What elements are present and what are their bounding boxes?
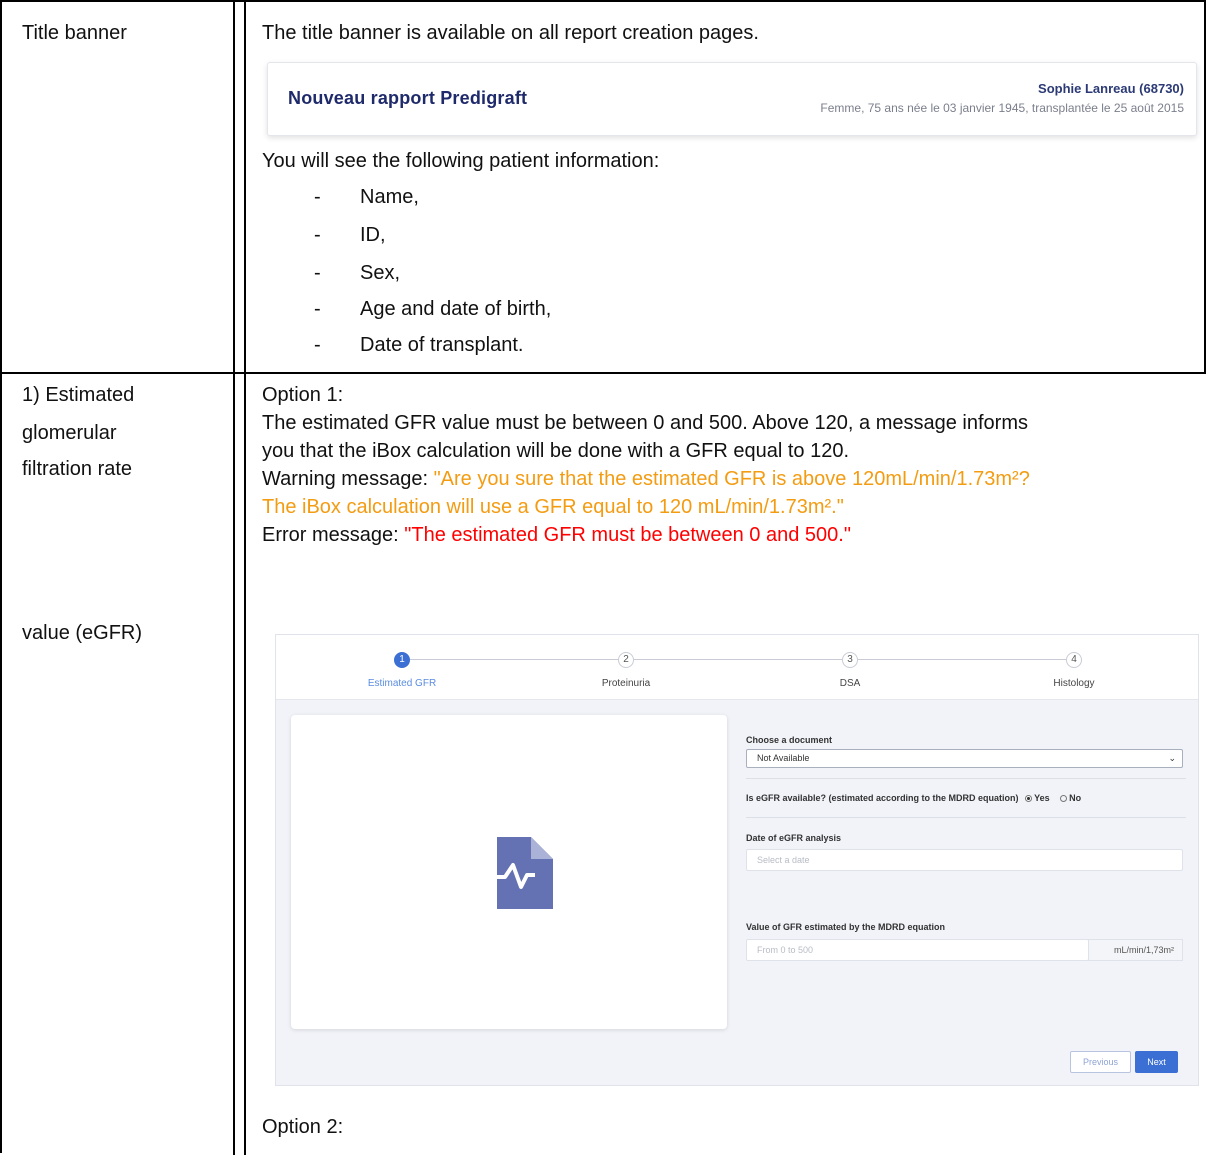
radio-yes-label: Yes: [1034, 793, 1050, 803]
step-label-estimated-gfr: Estimated GFR: [367, 678, 437, 689]
previous-button[interactable]: Previous: [1070, 1051, 1131, 1073]
choose-document-value: Not Available: [757, 753, 810, 763]
gfr-value-input[interactable]: From 0 to 500: [746, 939, 1089, 961]
option-1-description-cont: you that the iBox calculation will be do…: [262, 440, 850, 462]
warning-label: Warning message:: [262, 468, 434, 490]
list-dash: -: [314, 224, 321, 246]
option-1-description: The estimated GFR value must be between …: [262, 412, 1028, 434]
step-3[interactable]: 3: [842, 652, 858, 668]
title-banner-preview: Nouveau rapport Predigraft Sophie Lanrea…: [267, 62, 1197, 136]
patient-info: Femme, 75 ans née le 03 janvier 1945, tr…: [820, 101, 1184, 115]
row-label-egfr-line-2: glomerular: [22, 422, 117, 444]
warning-text-cont: The iBox calculation will use a GFR equa…: [262, 496, 844, 518]
patient-name: Sophie Lanreau (68730): [1038, 81, 1184, 96]
column-divider-inner: [244, 2, 246, 1155]
step-label-dsa: DSA: [839, 678, 861, 689]
patient-info-intro: You will see the following patient infor…: [262, 150, 660, 172]
choose-document-select[interactable]: Not Available ⌄: [746, 749, 1183, 768]
error-message-line: Error message: "The estimated GFR must b…: [262, 520, 851, 550]
medical-document-icon: [491, 837, 553, 909]
list-dash: -: [314, 262, 321, 284]
warning-text: "Are you sure that the estimated GFR is …: [433, 468, 1030, 490]
wizard-stepper: 1 2 3 4 Estimated GFR Proteinuria DSA Hi…: [276, 635, 1198, 700]
row-label-egfr-line-3: filtration rate: [22, 458, 133, 480]
date-of-egfr-label: Date of eGFR analysis: [746, 833, 842, 843]
step-connector: [858, 659, 1066, 660]
form-divider: [746, 778, 1186, 779]
chevron-down-icon: ⌄: [1168, 753, 1176, 763]
egfr-available-question: Is eGFR available? (estimated according …: [746, 793, 1082, 803]
step-1[interactable]: 1: [394, 652, 410, 668]
row-divider: [2, 372, 1206, 374]
warning-message-line: Warning message: "Are you sure that the …: [262, 464, 1030, 494]
row-label-title-banner: Title banner: [22, 22, 127, 44]
row-label-egfr-line-1: 1) Estimated: [22, 384, 135, 406]
radio-no[interactable]: [1060, 795, 1068, 803]
gfr-value-label: Value of GFR estimated by the MDRD equat…: [746, 922, 946, 932]
egfr-wizard-preview: 1 2 3 4 Estimated GFR Proteinuria DSA Hi…: [275, 634, 1199, 1086]
banner-title: Nouveau rapport Predigraft: [288, 88, 528, 108]
form-divider: [746, 817, 1186, 818]
error-text: "The estimated GFR must be between 0 and…: [404, 524, 851, 546]
step-label-proteinuria: Proteinuria: [601, 678, 651, 689]
step-4[interactable]: 4: [1066, 652, 1082, 668]
document-preview-card: [291, 715, 727, 1029]
next-button[interactable]: Next: [1135, 1051, 1178, 1073]
list-dash: -: [314, 334, 321, 356]
banner-intro-text: The title banner is available on all rep…: [262, 22, 759, 44]
column-divider: [233, 2, 235, 1155]
step-connector: [410, 659, 618, 660]
document-table: Title banner The title banner is availab…: [0, 0, 1206, 1155]
gfr-unit-label: mL/min/1,73m²: [1088, 939, 1183, 961]
date-of-egfr-input[interactable]: Select a date: [746, 849, 1183, 871]
radio-no-label: No: [1069, 793, 1082, 803]
option-2-title: Option 2:: [262, 1116, 344, 1138]
option-1-title: Option 1:: [262, 384, 344, 406]
radio-yes[interactable]: [1025, 795, 1033, 803]
list-dash: -: [314, 298, 321, 320]
step-label-histology: Histology: [1053, 678, 1095, 689]
row-label-egfr-tail: value (eGFR): [22, 622, 143, 644]
error-label: Error message:: [262, 524, 405, 546]
step-connector: [634, 659, 842, 660]
choose-document-label: Choose a document: [746, 735, 833, 745]
step-2[interactable]: 2: [618, 652, 634, 668]
list-dash: -: [314, 186, 321, 208]
